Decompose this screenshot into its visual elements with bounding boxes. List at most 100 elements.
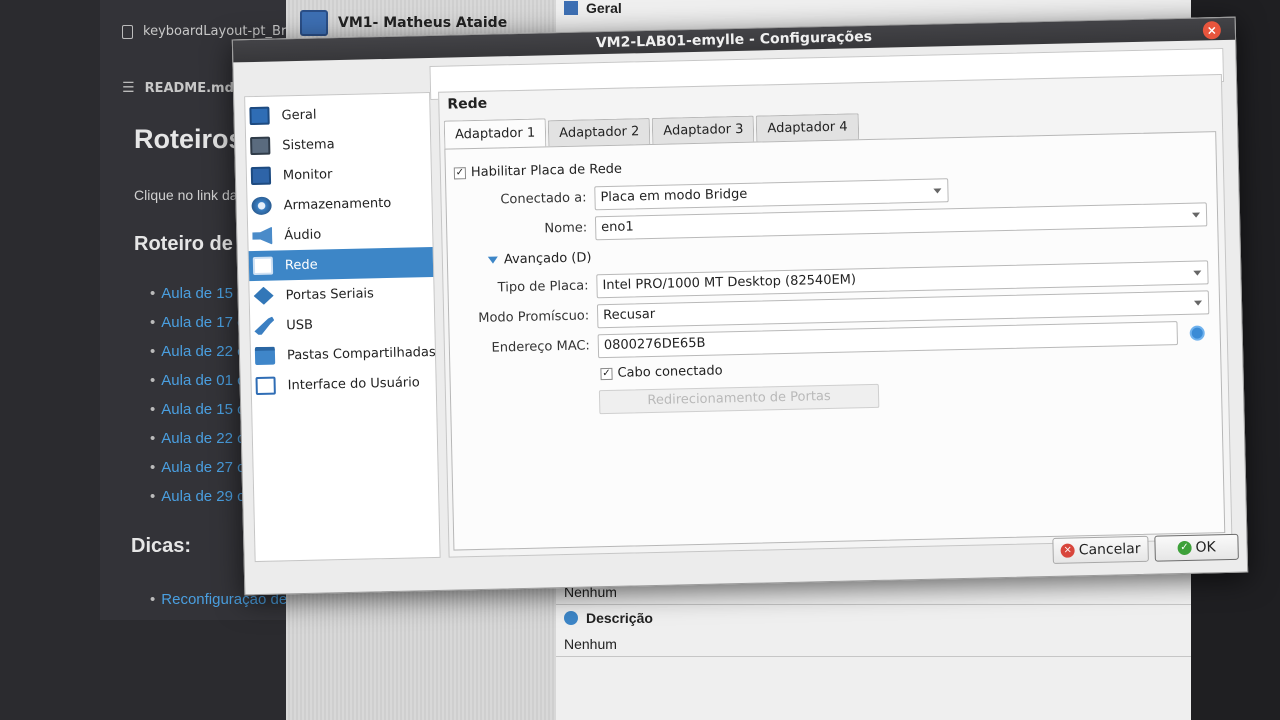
port-forwarding-button[interactable]: Redirecionamento de Portas <box>598 383 880 415</box>
attached-to-select[interactable]: Placa em modo Bridge <box>594 178 949 211</box>
vm-name: VM1- Matheus Ataide <box>338 15 508 31</box>
description-icon <box>564 611 578 625</box>
sidebar-item-label: Interface do Usuário <box>287 374 420 393</box>
sidebar-item-label: Portas Seriais <box>285 285 374 303</box>
vm-list-item[interactable]: VM1- Matheus Ataide <box>300 10 507 36</box>
checkbox-label: Cabo conectado <box>617 363 723 381</box>
sidebar-item-interface-usuario[interactable]: Interface do Usuário <box>251 367 436 401</box>
markdown-link[interactable]: Aula de 15 c <box>150 401 244 418</box>
page-title: Rede <box>447 95 488 113</box>
tab-adaptador-4[interactable]: Adaptador 4 <box>756 113 859 142</box>
expand-arrow-icon <box>487 256 498 264</box>
button-label: OK <box>1195 539 1216 556</box>
tab-adaptador-2[interactable]: Adaptador 2 <box>547 117 651 147</box>
display-icon <box>250 166 272 186</box>
markdown-link[interactable]: Aula de 29 c <box>150 488 244 505</box>
select-value: Placa em modo Bridge <box>600 186 748 206</box>
file-name: README.md <box>144 80 234 96</box>
file-entry[interactable]: keyboardLayout-pt_Br.m <box>122 24 302 39</box>
tab-page: ✓ Habilitar Placa de Rede Conectado a: P… <box>444 131 1226 551</box>
disk-icon <box>251 196 272 216</box>
sidebar-item-usb[interactable]: USB <box>250 307 435 341</box>
sidebar-item-armazenamento[interactable]: Armazenamento <box>247 187 432 221</box>
markdown-link[interactable]: Aula de 22 c <box>150 430 244 447</box>
markdown-link[interactable]: Aula de 17 c <box>150 314 244 331</box>
sidebar-item-label: Geral <box>281 107 317 123</box>
sidebar-item-portas-seriais[interactable]: Portas Seriais <box>249 277 434 311</box>
chevron-down-icon <box>933 188 942 194</box>
name-label: Nome: <box>544 220 588 237</box>
markdown-heading: Roteiros <box>134 124 244 154</box>
file-icon <box>122 24 133 39</box>
cable-connected-checkbox[interactable]: ✓ Cabo conectado <box>600 363 723 381</box>
sidebar-item-rede[interactable]: Rede <box>248 246 434 282</box>
vm-icon <box>300 10 328 36</box>
section-header: Descrição <box>586 610 653 626</box>
expander-label: Avançado (D) <box>503 250 592 268</box>
markdown-subheading: Roteiro de <box>134 233 233 255</box>
file-entry[interactable]: ☰ README.md <box>122 80 234 96</box>
sidebar-item-label: Rede <box>284 257 318 273</box>
promiscuous-mode-label: Modo Promíscuo: <box>478 308 590 326</box>
ok-icon: ✓ <box>1177 540 1192 556</box>
serial-icon <box>253 287 273 305</box>
sidebar-item-monitor[interactable]: Monitor <box>247 157 432 191</box>
advanced-expander[interactable]: Avançado (D) <box>487 250 592 268</box>
chip-icon <box>250 136 271 156</box>
markdown-link[interactable]: Aula de 15 c <box>150 285 244 302</box>
folder-icon <box>254 346 276 366</box>
sidebar-item-label: Áudio <box>284 226 322 243</box>
markdown-link[interactable]: Aula de 01 c <box>150 372 244 389</box>
sidebar-item-pastas-compartilhadas[interactable]: Pastas Compartilhadas <box>251 337 436 371</box>
chevron-down-icon <box>1193 270 1202 276</box>
refresh-mac-icon[interactable] <box>1189 325 1205 341</box>
speaker-icon <box>252 227 272 245</box>
detail-value: Nenhum <box>564 636 617 652</box>
mac-address-label: Endereço MAC: <box>491 338 591 356</box>
tab-adaptador-1[interactable]: Adaptador 1 <box>443 118 547 149</box>
file-name: keyboardLayout-pt_Br.m <box>143 24 302 39</box>
sidebar-item-label: Sistema <box>282 136 335 153</box>
markdown-link[interactable]: Aula de 22 c <box>150 343 244 360</box>
dialog-title: VM2-LAB01-emylle - Configurações <box>595 28 873 52</box>
close-icon[interactable]: × <box>1202 21 1222 40</box>
select-value: eno1 <box>601 219 634 236</box>
sidebar-item-label: Monitor <box>282 166 333 183</box>
details-section-descricao: Descrição <box>564 610 653 626</box>
sidebar-item-geral[interactable]: Geral <box>245 97 430 131</box>
sidebar-item-label: Armazenamento <box>283 195 392 213</box>
enable-adapter-checkbox[interactable]: ✓ Habilitar Placa de Rede <box>453 161 623 181</box>
sidebar-item-audio[interactable]: Áudio <box>248 217 433 251</box>
tab-adaptador-3[interactable]: Adaptador 3 <box>652 115 755 144</box>
ok-button[interactable]: ✓ OK <box>1154 533 1239 562</box>
settings-dialog: VM2-LAB01-emylle - Configurações × Geral… <box>231 16 1249 596</box>
cancel-button[interactable]: × Cancelar <box>1052 535 1149 564</box>
mac-address-field[interactable]: 0800276DE65B <box>597 321 1178 359</box>
chevron-down-icon <box>1192 212 1201 218</box>
sidebar-item-label: USB <box>286 317 314 333</box>
usb-icon <box>254 317 274 335</box>
markdown-link[interactable]: Aula de 27 c <box>150 459 244 476</box>
attached-to-label: Conectado a: <box>500 190 587 208</box>
markdown-paragraph: Clique no link da <box>134 187 238 203</box>
select-value: Recusar <box>603 306 656 324</box>
adapter-type-label: Tipo de Placa: <box>497 278 589 296</box>
settings-content: Rede Adaptador 1 Adaptador 2 Adaptador 3… <box>438 74 1233 558</box>
window-icon <box>255 376 276 396</box>
sidebar-item-label: Pastas Compartilhadas <box>286 344 436 363</box>
select-value: Intel PRO/1000 MT Desktop (82540EM) <box>602 272 857 294</box>
button-label: Cancelar <box>1078 540 1141 559</box>
sidebar-item-sistema[interactable]: Sistema <box>246 127 431 161</box>
settings-sidebar: Geral Sistema Monitor Armazenamento Áudi… <box>244 91 441 563</box>
markdown-subheading: Dicas: <box>131 535 192 557</box>
network-icon <box>252 256 274 276</box>
checkbox-label: Habilitar Placa de Rede <box>470 161 623 181</box>
checkbox-box: ✓ <box>453 166 467 179</box>
divider <box>556 656 1191 657</box>
checkbox-box: ✓ <box>600 367 613 380</box>
chevron-down-icon <box>1193 300 1203 306</box>
details-section-geral: Geral <box>564 0 622 16</box>
monitor-icon <box>249 106 270 126</box>
section-header: Geral <box>586 0 622 16</box>
divider <box>556 604 1191 605</box>
